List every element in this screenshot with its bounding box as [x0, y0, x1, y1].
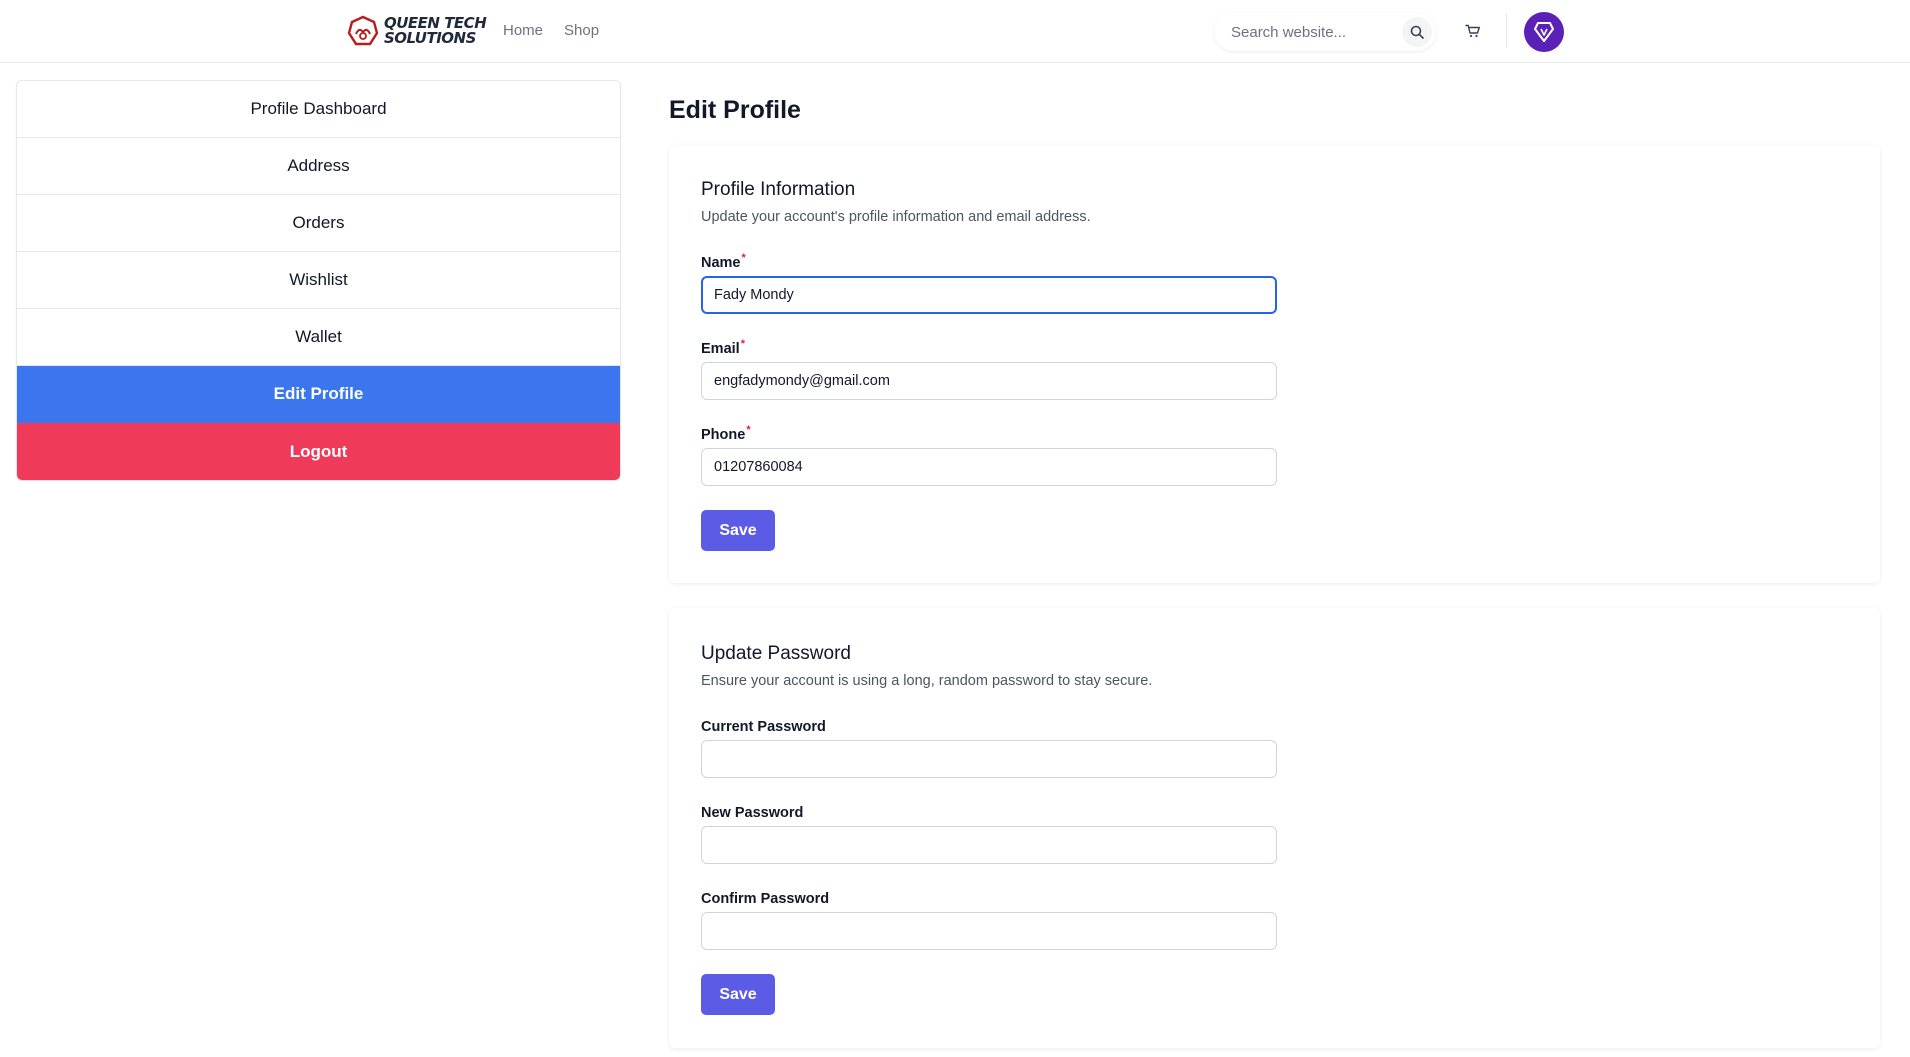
required-mark: * [741, 252, 746, 264]
save-password-button[interactable]: Save [701, 974, 775, 1015]
profile-information-card: Profile Information Update your account'… [669, 145, 1880, 583]
search-input[interactable] [1231, 23, 1401, 41]
phone-label: Phone* [701, 424, 751, 443]
required-mark: * [746, 424, 751, 436]
cart-icon [1465, 24, 1480, 38]
new-password-field[interactable] [701, 826, 1277, 864]
sidebar-item-edit-profile[interactable]: Edit Profile [17, 366, 620, 423]
cart-button[interactable] [1458, 16, 1488, 46]
logo-text: QUEEN TECH SOLUTIONS [384, 16, 487, 47]
email-label: Email* [701, 338, 745, 357]
confirm-password-field[interactable] [701, 912, 1277, 950]
sidebar-item-orders[interactable]: Orders [17, 195, 620, 252]
name-label: Name* [701, 252, 746, 271]
email-label-text: Email [701, 341, 740, 357]
logo-line-2: SOLUTIONS [384, 29, 476, 47]
new-password-label: New Password [701, 805, 804, 821]
name-field[interactable] [701, 276, 1277, 314]
phone-field[interactable] [701, 448, 1277, 486]
search-icon [1410, 25, 1424, 39]
nav-shop-link[interactable]: Shop [564, 22, 599, 39]
nav-home-link[interactable]: Home [503, 22, 543, 39]
name-label-text: Name [701, 255, 741, 271]
profile-card-description: Update your account's profile informatio… [701, 209, 1091, 225]
brand-logo[interactable]: QUEEN TECH SOLUTIONS [346, 13, 487, 49]
sidebar-item-wallet[interactable]: Wallet [17, 309, 620, 366]
sidebar-item-logout[interactable]: Logout [17, 423, 620, 480]
current-password-field[interactable] [701, 740, 1277, 778]
password-card-description: Ensure your account is using a long, ran… [701, 673, 1153, 689]
search-box [1214, 13, 1436, 51]
profile-sidebar: Profile Dashboard Address Orders Wishlis… [16, 80, 621, 481]
update-password-card: Update Password Ensure your account is u… [669, 608, 1880, 1048]
main-nav: Home Shop [503, 22, 599, 39]
search-button[interactable] [1402, 17, 1432, 47]
email-field[interactable] [701, 362, 1277, 400]
save-profile-button[interactable]: Save [701, 510, 775, 551]
required-mark: * [740, 338, 745, 350]
diamond-icon [1534, 22, 1554, 42]
phone-label-text: Phone [701, 427, 746, 443]
profile-card-title: Profile Information [701, 179, 856, 200]
sidebar-item-address[interactable]: Address [17, 138, 620, 195]
user-avatar[interactable] [1524, 12, 1564, 52]
header-divider [1506, 14, 1507, 48]
sidebar-item-profile-dashboard[interactable]: Profile Dashboard [17, 81, 620, 138]
page-title: Edit Profile [669, 96, 801, 124]
password-card-title: Update Password [701, 643, 851, 664]
crown-logo-icon [347, 15, 379, 46]
top-header: QUEEN TECH SOLUTIONS Home Shop [0, 0, 1910, 63]
confirm-password-label: Confirm Password [701, 891, 830, 907]
sidebar-item-wishlist[interactable]: Wishlist [17, 252, 620, 309]
current-password-label: Current Password [701, 719, 826, 735]
